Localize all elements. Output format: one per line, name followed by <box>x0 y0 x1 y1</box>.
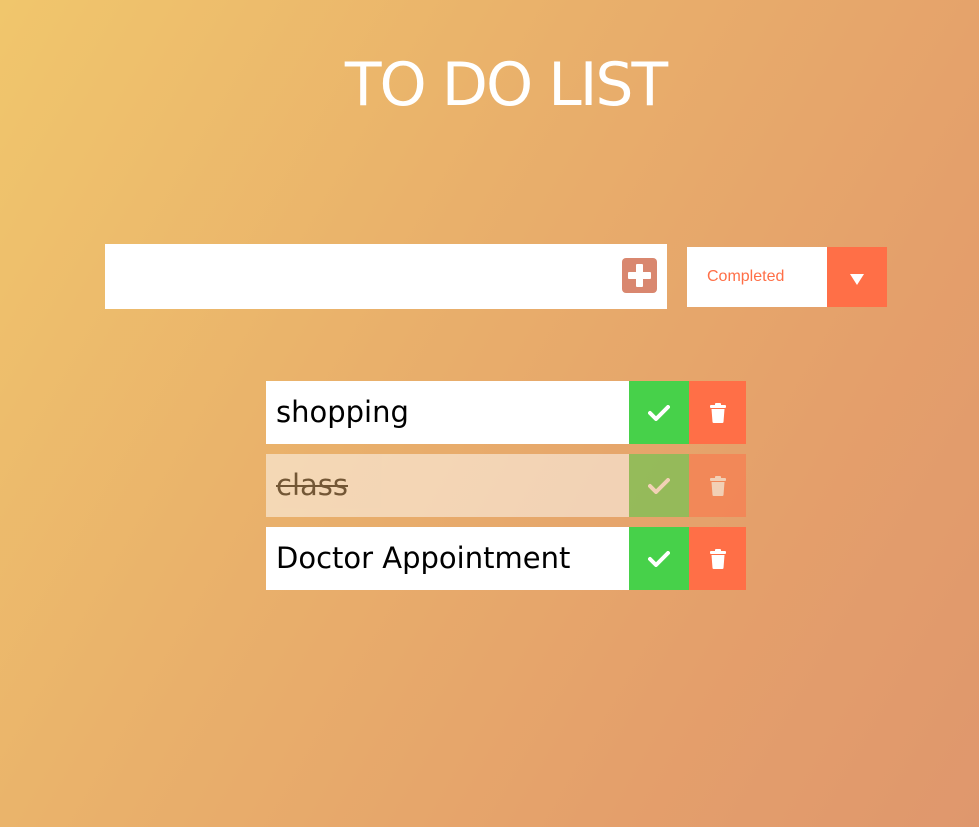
trash-icon <box>709 548 726 569</box>
delete-button[interactable] <box>689 454 746 517</box>
todo-item: shopping <box>266 381 746 444</box>
trash-icon <box>709 402 726 423</box>
delete-button[interactable] <box>689 527 746 590</box>
todo-text: shopping <box>276 395 409 429</box>
complete-button[interactable] <box>629 381 689 444</box>
todo-item: class <box>266 454 746 517</box>
todo-text: Doctor Appointment <box>276 541 571 575</box>
filter-selected-value: Completed <box>707 268 785 285</box>
check-icon <box>648 404 670 421</box>
complete-button[interactable] <box>629 527 689 590</box>
check-icon <box>648 550 670 567</box>
page-title: TO DO LIST <box>344 50 668 120</box>
todo-input-container <box>105 244 667 309</box>
complete-button[interactable] <box>629 454 689 517</box>
todo-list: shopping class Doctor Appointment <box>266 381 746 600</box>
todo-item: Doctor Appointment <box>266 527 746 590</box>
check-icon <box>648 477 670 494</box>
trash-icon <box>709 475 726 496</box>
add-todo-button[interactable] <box>622 258 657 293</box>
delete-button[interactable] <box>689 381 746 444</box>
caret-down-icon <box>850 274 864 285</box>
todo-text: class <box>276 468 348 502</box>
filter-select[interactable]: Completed <box>687 247 887 307</box>
filter-dropdown-button[interactable] <box>827 247 887 307</box>
todo-input[interactable] <box>105 244 605 309</box>
